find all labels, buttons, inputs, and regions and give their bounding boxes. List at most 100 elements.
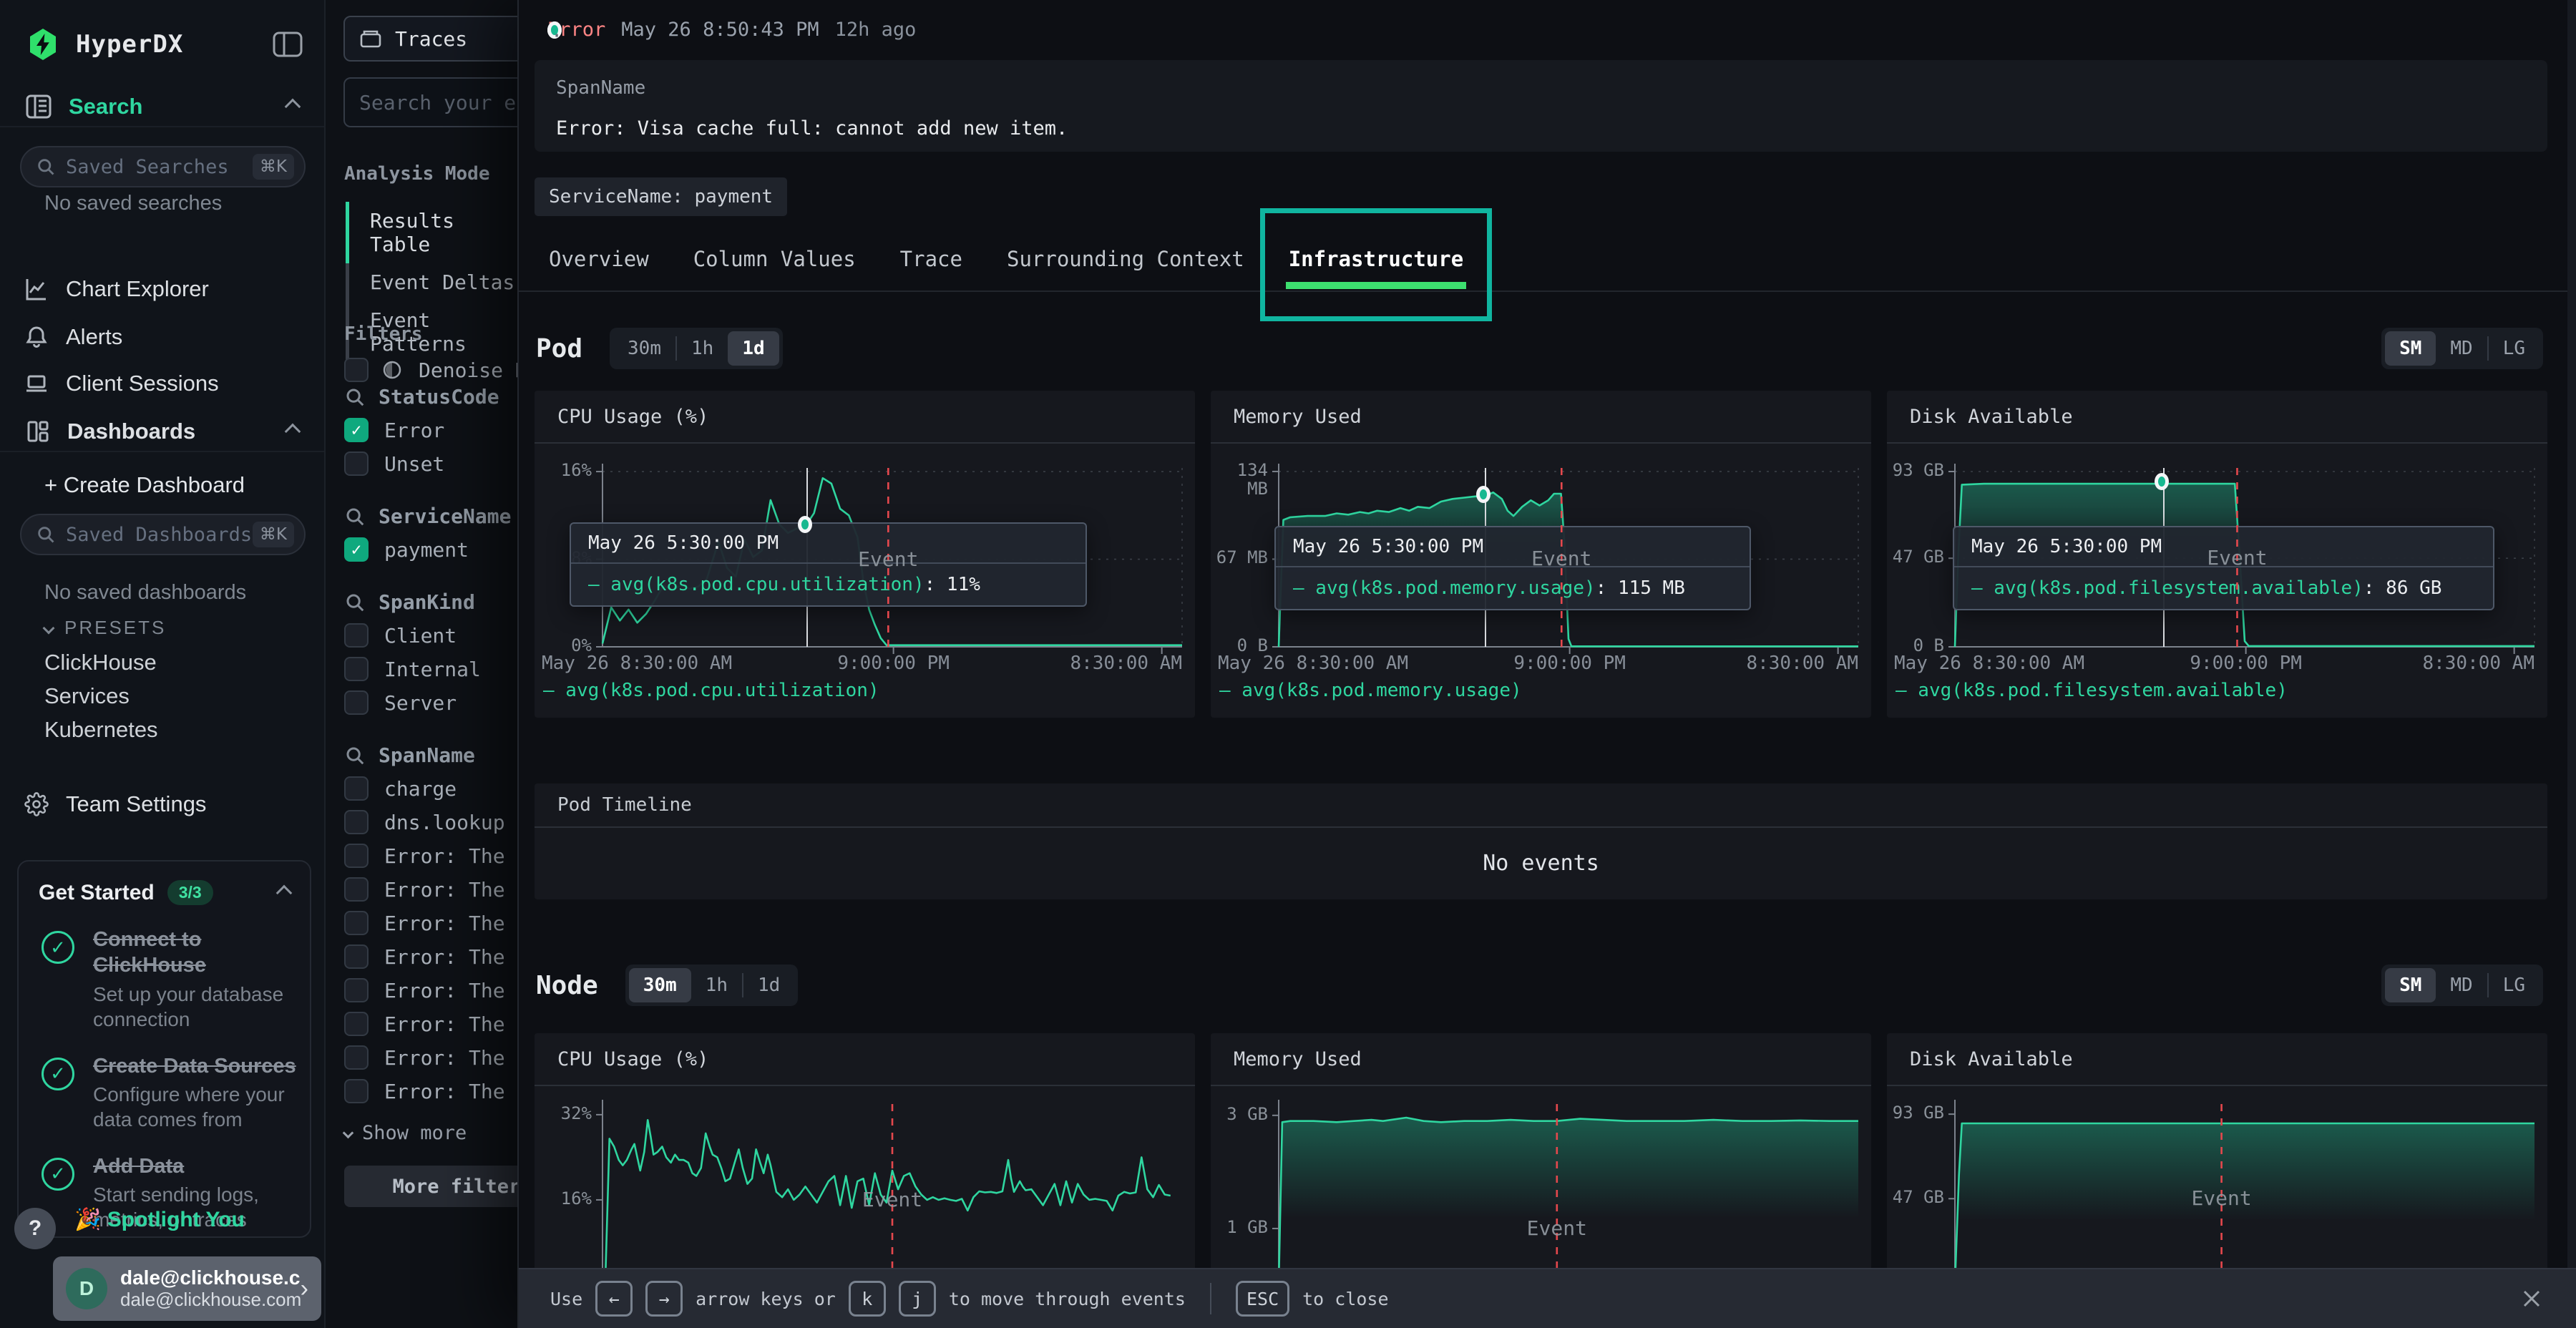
pod-disk-chart[interactable]: Disk Available93 GB47 GB0 BMay 26 5:30:0… [1887, 391, 2547, 718]
sidebar-item-dashboards[interactable]: Dashboards [0, 412, 324, 452]
user-menu[interactable]: D dale@clickhouse.com dale@clickhouse.co… [53, 1256, 321, 1321]
show-more-button[interactable]: Show more [344, 1122, 517, 1144]
client-sessions-label: Client Sessions [66, 371, 219, 396]
node-range-1h[interactable]: 1h [691, 968, 742, 1002]
hint-arrow-keys: arrow keys or [696, 1289, 836, 1309]
filter-option[interactable]: Unset [344, 451, 517, 476]
get-started-item[interactable]: ✓ Create Data Sources Configure where yo… [39, 1053, 290, 1132]
preset-kubernetes[interactable]: Kubernetes [44, 717, 158, 743]
filter-option[interactable]: dns.lookup [344, 810, 517, 834]
filter-option-label: Internal [384, 658, 481, 681]
pod-range-30m[interactable]: 30m [613, 331, 675, 366]
tab-column-values[interactable]: Column Values [693, 234, 856, 284]
create-dashboard-label: + Create Dashboard [44, 472, 245, 498]
gs-item-desc: Configure where your data comes from [93, 1082, 308, 1132]
node-range-30m[interactable]: 30m [629, 968, 691, 1002]
sidebar-item-alerts[interactable]: Alerts [24, 318, 306, 356]
filters-label: Filters [344, 323, 423, 345]
pod-range-segment: 30m 1h 1d [610, 328, 783, 369]
event-relative-time: 12h ago [835, 19, 917, 41]
analysis-mode-results-table[interactable]: Results Table [346, 202, 517, 263]
collapse-sidebar-icon[interactable] [273, 31, 303, 57]
check-circle-icon: ✓ [42, 931, 74, 964]
node-size-md[interactable]: MD [2436, 968, 2487, 1002]
filter-option[interactable]: Error: The cr [344, 1045, 517, 1070]
node-range-1d[interactable]: 1d [743, 968, 794, 1002]
tab-surrounding-context[interactable]: Surrounding Context [1007, 234, 1244, 284]
service-name-chip[interactable]: ServiceName: payment [535, 177, 787, 216]
pod-cpu-chart[interactable]: CPU Usage (%)16%8%0%May 26 5:30:00 PM— a… [535, 391, 1195, 718]
checkbox-unchecked [344, 911, 369, 935]
chevron-down-icon [343, 1128, 354, 1139]
presets-toggle[interactable]: PRESETS [44, 617, 166, 639]
sidebar-item-search[interactable]: Search [0, 87, 324, 127]
filter-option-label: Server [384, 691, 457, 715]
pod-size-sm[interactable]: SM [2385, 331, 2436, 366]
chevron-up-icon [285, 99, 301, 115]
filter-option[interactable]: Error: The cr [344, 844, 517, 868]
node-size-sm[interactable]: SM [2385, 968, 2436, 1002]
preset-services[interactable]: Services [44, 683, 130, 709]
sidebar-item-team-settings[interactable]: Team Settings [24, 786, 306, 823]
pod-timeline-title: Pod Timeline [535, 783, 2547, 828]
checkbox-unchecked [344, 877, 369, 902]
node-size-lg[interactable]: LG [2489, 968, 2540, 1002]
pod-range-1h[interactable]: 1h [677, 331, 728, 366]
sidebar-item-chart-explorer[interactable]: Chart Explorer [24, 270, 306, 308]
hint-move-events: to move through events [949, 1289, 1186, 1309]
event-marker-label: Event [1527, 1216, 1587, 1240]
get-started-card: Get Started 3/3 ✓ Connect to ClickHouse … [17, 860, 311, 1238]
chart-legend: — avg(k8s.pod.cpu.utilization) [543, 680, 879, 701]
close-icon[interactable] [2519, 1286, 2545, 1312]
filter-option[interactable]: ✓payment [344, 537, 517, 562]
search-icon [344, 592, 366, 613]
filter-option[interactable]: Error: The cr [344, 944, 517, 969]
gs-hidden-item: 🎉 Spotlight You [74, 1207, 245, 1232]
chart-tooltip: May 26 5:30:00 PM— avg(k8s.pod.memory.us… [1274, 526, 1751, 610]
create-dashboard-button[interactable]: + Create Dashboard [44, 467, 306, 504]
preset-clickhouse[interactable]: ClickHouse [44, 650, 157, 675]
filter-option[interactable]: Error: The cr [344, 1079, 517, 1103]
filter-group-title: SpanKind [379, 590, 475, 614]
tab-infrastructure[interactable]: Infrastructure [1289, 234, 1463, 284]
analysis-mode-event-deltas[interactable]: Event Deltas [346, 263, 517, 301]
filter-option[interactable]: Internal [344, 657, 517, 681]
more-filters-button[interactable]: More filters [344, 1166, 517, 1207]
saved-searches-input[interactable]: Saved Searches ⌘K [20, 146, 306, 187]
filter-option[interactable]: Server [344, 690, 517, 715]
pod-size-lg[interactable]: LG [2489, 331, 2540, 366]
keyboard-hints-bar: Use ← → arrow keys or k j to move throug… [519, 1268, 2576, 1328]
get-started-item[interactable]: ✓ Connect to ClickHouse Set up your data… [39, 927, 290, 1032]
gs-item-title: Add Data [93, 1153, 308, 1179]
checkbox-unchecked [344, 623, 369, 648]
divider [1210, 1283, 1211, 1314]
tab-trace[interactable]: Trace [900, 234, 962, 284]
checkbox-unchecked [344, 944, 369, 969]
filter-option[interactable]: ✓Error [344, 418, 517, 442]
pod-range-1d[interactable]: 1d [728, 331, 779, 366]
filter-option[interactable]: Client [344, 623, 517, 648]
filter-option[interactable]: charge [344, 776, 517, 801]
tab-overview[interactable]: Overview [549, 234, 649, 284]
drawer-scrollbar[interactable] [2567, 0, 2576, 1268]
saved-dashboards-input[interactable]: Saved Dashboards ⌘K [20, 514, 306, 555]
filter-option[interactable]: Error: The cr [344, 877, 517, 902]
pod-size-md[interactable]: MD [2436, 331, 2487, 366]
chevron-up-icon[interactable] [276, 884, 293, 901]
filter-group-spankind: SpanKind [344, 590, 517, 614]
chart-explorer-icon [24, 277, 49, 301]
filter-option[interactable]: Error: The cr [344, 1012, 517, 1036]
filter-groups: StatusCode✓ErrorUnsetServiceName✓payment… [344, 356, 517, 1207]
event-search-input[interactable]: Search your e [343, 77, 517, 127]
pod-memory-chart[interactable]: Memory Used134 MB67 MB0 BMay 26 5:30:00 … [1211, 391, 1871, 718]
filter-option[interactable]: Error: The cr [344, 978, 517, 1002]
sidebar-item-client-sessions[interactable]: Client Sessions [24, 365, 306, 402]
cmd-k-shortcut: ⌘K [253, 154, 294, 180]
gear-icon [24, 792, 49, 816]
checkbox-unchecked [344, 451, 369, 476]
filter-option[interactable]: Error: The cr [344, 911, 517, 935]
source-select[interactable]: Traces [343, 16, 517, 62]
user-email: dale@clickhouse.com [120, 1266, 301, 1289]
help-button[interactable]: ? [14, 1208, 56, 1249]
tooltip-time: May 26 5:30:00 PM [1276, 527, 1750, 567]
